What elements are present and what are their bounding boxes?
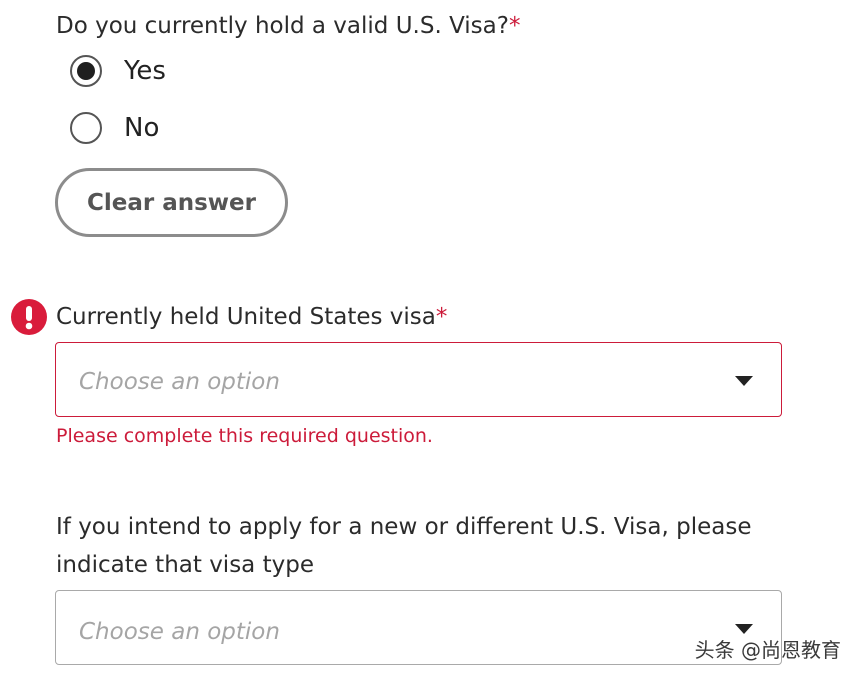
caret-down-icon xyxy=(735,624,753,634)
watermark-text: 头条 @尚恩教育 xyxy=(694,638,841,662)
required-asterisk: * xyxy=(435,304,448,330)
required-asterisk: * xyxy=(508,13,521,39)
radio-button-no[interactable] xyxy=(70,112,102,144)
new-visa-type-label: If you intend to apply for a new or diff… xyxy=(56,514,752,578)
radio-label-yes: Yes xyxy=(124,56,166,86)
radio-option-yes[interactable]: Yes xyxy=(70,51,166,91)
exclamation-circle-icon xyxy=(11,299,47,335)
radio-button-yes[interactable] xyxy=(70,55,102,87)
radio-label-no: No xyxy=(124,113,160,143)
current-visa-label: Currently held United States visa* xyxy=(56,298,447,336)
radio-option-no[interactable]: No xyxy=(70,108,159,148)
clear-answer-button[interactable]: Clear answer xyxy=(55,168,288,237)
current-visa-placeholder: Choose an option xyxy=(79,369,280,395)
required-error-message: Please complete this required question. xyxy=(56,425,433,447)
visa-question-text: Do you currently hold a valid U.S. Visa? xyxy=(56,13,509,39)
new-visa-type-placeholder: Choose an option xyxy=(79,619,280,645)
visa-question-label: Do you currently hold a valid U.S. Visa?… xyxy=(56,7,520,45)
current-visa-select[interactable]: Choose an option xyxy=(55,342,782,417)
caret-down-icon xyxy=(735,376,753,386)
new-visa-type-select[interactable]: Choose an option xyxy=(55,590,782,665)
current-visa-text: Currently held United States visa xyxy=(56,304,436,330)
